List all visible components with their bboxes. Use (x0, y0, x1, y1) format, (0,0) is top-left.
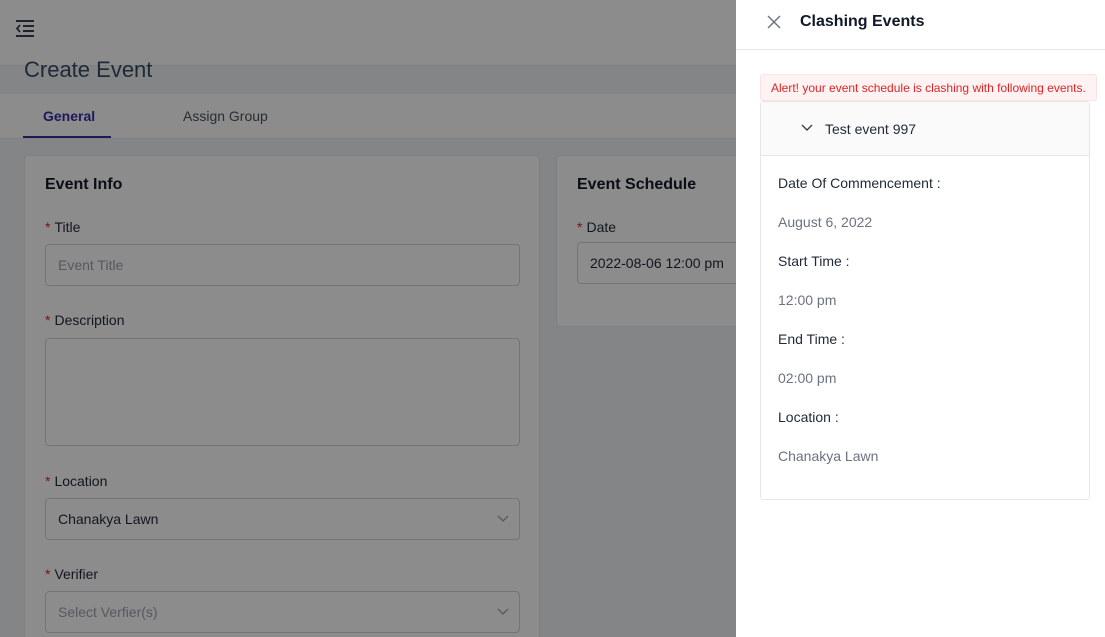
clashing-events-drawer: Clashing Events Alert! your event schedu… (736, 0, 1105, 637)
end-time-label: End Time : (778, 331, 845, 347)
modal-overlay[interactable] (0, 0, 736, 637)
commencement-value: August 6, 2022 (778, 214, 873, 230)
page-title: Create Event (24, 57, 153, 82)
start-time-label: Start Time : (778, 253, 850, 269)
drawer-header: Clashing Events (736, 0, 1105, 50)
location-value: Chanakya Lawn (778, 448, 879, 464)
end-time-value: 02:00 pm (778, 370, 837, 386)
clashing-event-name: Test event 997 (825, 121, 917, 137)
commencement-label: Date Of Commencement : (778, 175, 941, 191)
drawer-title: Clashing Events (800, 13, 925, 30)
location-label: Location : (778, 409, 839, 425)
clash-alert: Alert! your event schedule is clashing w… (760, 74, 1097, 101)
clashing-event-panel: Test event 997 Date Of Commencement : Au… (760, 101, 1090, 500)
chevron-down-icon (801, 124, 813, 131)
start-time-value: 12:00 pm (778, 292, 837, 308)
clashing-event-header[interactable]: Test event 997 (761, 102, 1089, 156)
alert-message: Alert! your event schedule is clashing w… (771, 80, 1086, 95)
close-icon[interactable] (766, 14, 782, 30)
